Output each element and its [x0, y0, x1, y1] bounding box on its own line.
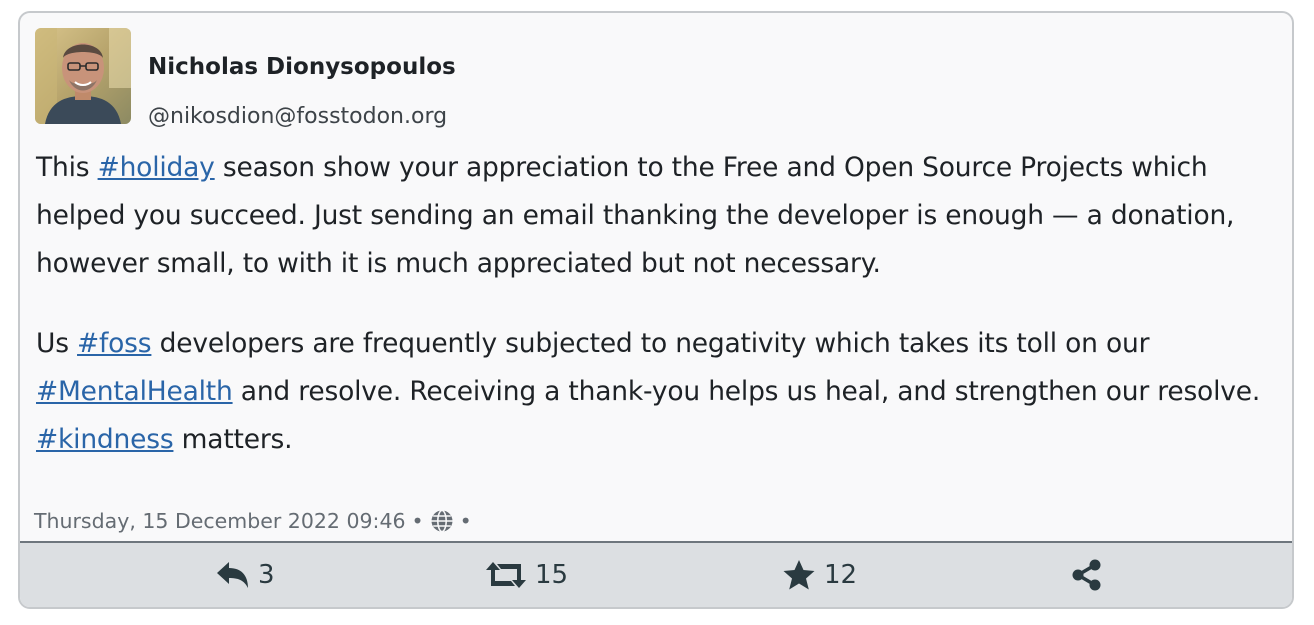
- post-content: This #holiday season show your appreciat…: [36, 144, 1286, 496]
- reply-icon: [217, 562, 248, 588]
- post-card: Nicholas Dionysopoulos @nikosdion@fossto…: [18, 11, 1294, 609]
- favourite-count: 12: [824, 560, 858, 590]
- post-actions-bar: 3 15 12: [20, 541, 1292, 607]
- post-paragraph: This #holiday season show your appreciat…: [36, 144, 1286, 288]
- text-segment: This: [36, 152, 98, 183]
- text-segment: and resolve. Receiving a thank-you helps…: [232, 376, 1261, 407]
- meta-separator: •: [459, 509, 472, 533]
- text-segment: matters.: [173, 424, 293, 455]
- hashtag-link[interactable]: #foss: [77, 328, 152, 359]
- star-icon: [783, 560, 815, 590]
- reply-count: 3: [258, 560, 275, 590]
- meta-separator: •: [411, 509, 424, 533]
- post-header: Nicholas Dionysopoulos @nikosdion@fossto…: [35, 28, 1035, 129]
- author-handle[interactable]: @nikosdion@fosstodon.org: [148, 104, 447, 129]
- share-icon: [1072, 559, 1101, 591]
- post-meta: Thursday, 15 December 2022 09:46 • •: [34, 509, 478, 533]
- hashtag-link[interactable]: #kindness: [36, 424, 174, 455]
- avatar[interactable]: [35, 28, 131, 124]
- text-segment: developers are frequently subjected to n…: [151, 328, 1150, 359]
- hashtag-link[interactable]: #MentalHealth: [36, 376, 233, 407]
- post-paragraph: Us #foss developers are frequently subje…: [36, 320, 1286, 464]
- favourite-button[interactable]: 12: [782, 543, 857, 607]
- share-button[interactable]: [1072, 543, 1102, 607]
- boost-count: 15: [535, 560, 569, 590]
- boost-icon: [486, 562, 526, 588]
- hashtag-link[interactable]: #holiday: [98, 152, 215, 183]
- globe-icon: [431, 509, 453, 533]
- author-name[interactable]: Nicholas Dionysopoulos: [148, 54, 456, 80]
- text-segment: season show your appreciation to the Fre…: [36, 152, 1235, 279]
- post-timestamp[interactable]: Thursday, 15 December 2022 09:46: [34, 509, 406, 533]
- text-segment: Us: [36, 328, 78, 359]
- reply-button[interactable]: 3: [216, 543, 275, 607]
- boost-button[interactable]: 15: [485, 543, 568, 607]
